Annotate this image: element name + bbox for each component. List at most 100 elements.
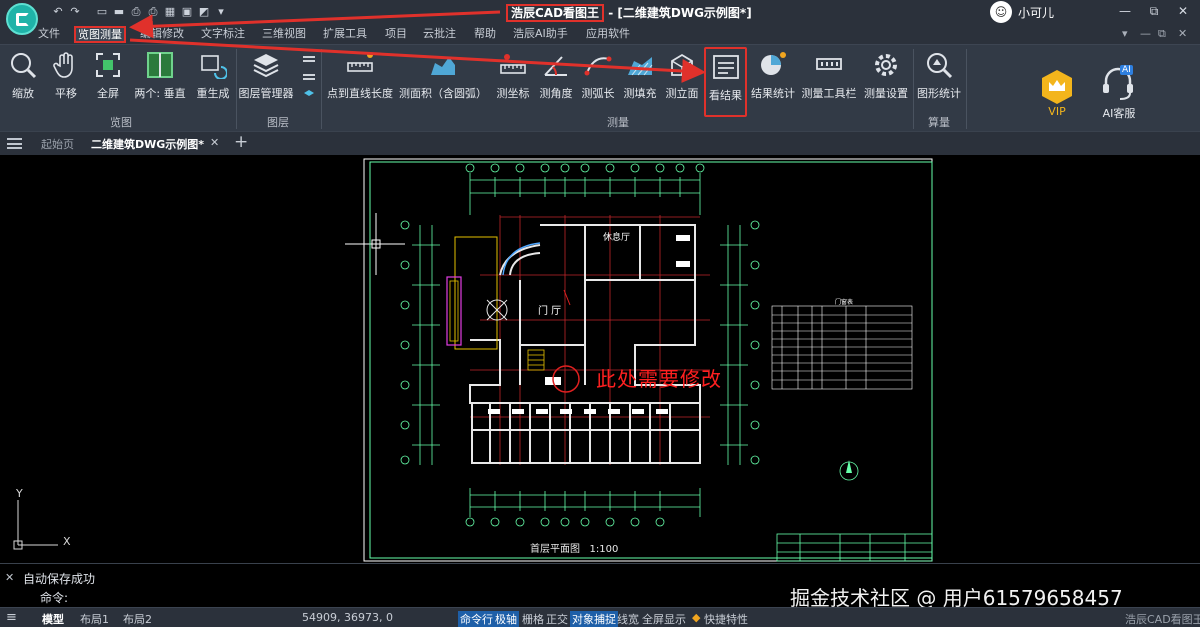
save-icon[interactable]: ⎙ [130,5,142,18]
view-result-button[interactable]: 看结果 [704,47,747,117]
layers-icon [253,54,279,78]
toggle-polar[interactable]: 极轴 [493,611,519,627]
pan-label: 平移 [55,87,77,100]
cloud-icon[interactable]: ◩ [198,5,210,18]
customize-dropdown-icon[interactable]: ▾ [215,5,227,18]
measure-elevation-button[interactable]: 测立面 [662,47,702,105]
menu-project[interactable]: 项目 [385,26,407,43]
print-icon[interactable]: ▦ [164,5,176,18]
menu-view-measure[interactable]: 览图测量 [74,26,126,43]
close-button[interactable]: ✕ [1175,3,1191,19]
tab-layout2[interactable]: 布局2 [123,611,152,627]
menu-cloud-annotation[interactable]: 云批注 [423,26,456,43]
magnifier-icon [11,53,37,79]
menu-bar: 文件 览图测量 编辑修改 文字标注 三维视图 扩展工具 项目 云批注 帮助 浩辰… [0,24,1200,44]
vip-crown-icon[interactable] [1040,69,1074,105]
ai-service-label[interactable]: AI客服 [1094,105,1144,121]
shape-stats-button[interactable]: 图形统计 [916,47,962,105]
area-icon [431,57,455,75]
quick-properties[interactable]: 快捷特性 [704,611,748,627]
ucs-y-label: Y [16,487,23,500]
layer-manager-button[interactable]: 图层管理器 [238,47,294,105]
measure-angle-button[interactable]: 测角度 [536,47,576,105]
vip-label[interactable]: VIP [1040,105,1074,118]
tab-close-icon[interactable]: ✕ [210,136,219,149]
avatar[interactable]: ☺ [990,1,1012,23]
save-as-icon[interactable]: ⎙ [147,5,159,18]
tab-active-drawing[interactable]: 二维建筑DWG示例图* [91,136,204,152]
measure-area-button[interactable]: 测面积（含圆弧） [399,47,487,105]
plan-scale: 1:100 [589,544,619,555]
ribbon: 缩放 平移 全屏 两个: 垂直 重生成 览图 图层管理器 图层 点到直线长度 测… [0,44,1200,131]
menu-help[interactable]: 帮助 [474,26,496,43]
pan-button[interactable]: 平移 [48,47,84,105]
measure-coordinate-button[interactable]: 测坐标 [492,47,534,105]
tab-model[interactable]: 模型 [42,611,64,627]
undo-icon[interactable]: ↶ [52,5,64,18]
command-prompt[interactable]: 命令: [40,589,68,606]
measure-arc-label: 测弧长 [581,87,615,100]
regenerate-icon [201,55,227,79]
tab-start-page[interactable]: 起始页 [41,136,74,152]
menu-extend-tools[interactable]: 扩展工具 [323,26,367,43]
result-stats-button[interactable]: 结果统计 [750,47,796,105]
sheet-inner-frame [369,161,933,559]
menu-3d-view[interactable]: 三维视图 [262,26,306,43]
toggle-ortho[interactable]: 正交 [546,611,568,627]
regen-button[interactable]: 重生成 [194,47,232,105]
toggle-grid[interactable]: 栅格 [522,611,544,627]
brand-label: 浩辰CAD看图王 [1125,613,1200,626]
drawing-canvas[interactable]: 休息厅 门 厅 Y X [0,155,1200,563]
doc-close-button[interactable]: ✕ [1178,27,1187,40]
measure-area-label: 测面积（含圆弧） [399,87,487,100]
toggle-command-line[interactable]: 命令行 [458,611,495,627]
measure-fill-button[interactable]: 测填充 [620,47,660,105]
coordinate-icon [500,54,526,74]
add-tab-icon[interactable]: + [234,132,248,152]
close-cmd-icon[interactable]: ✕ [5,571,14,584]
menu-ai-assistant[interactable]: 浩辰AI助手 [513,26,568,43]
export-icon[interactable]: ▣ [181,5,193,18]
toggle-lineweight[interactable]: 线宽 [617,611,639,627]
minimize-button[interactable]: — [1117,3,1133,19]
app-logo-icon[interactable] [6,3,38,35]
room-label-hall: 门 厅 [538,306,562,317]
ribbon-collapse-icon[interactable]: ▾ [1122,27,1128,40]
measure-toolbar-button[interactable]: 测量工具栏 [800,47,858,105]
measure-settings-button[interactable]: 测量设置 [862,47,910,105]
menu-icon[interactable]: ≡ [6,610,17,625]
open-file-icon[interactable]: ▬ [113,5,125,18]
toggle-osnap[interactable]: 对象捕捉 [570,611,618,627]
user-account[interactable]: ☺ 小可儿 [990,1,1054,23]
ribbon-divider [913,49,914,129]
measure-arc-button[interactable]: 测弧长 [578,47,618,105]
quick-properties-icon[interactable]: ◆ [692,611,700,624]
plan-title: 首层平面图 1:100 [530,540,618,555]
menu-file[interactable]: 文件 [38,26,60,43]
measure-fill-label: 测填充 [623,87,657,100]
tab-layout1[interactable]: 布局1 [80,611,109,627]
doc-restore-button[interactable]: ⧉ [1158,27,1166,41]
window-title: 浩辰CAD看图王 - [二维建筑DWG示例图*] [506,4,752,22]
regen-label: 重生成 [196,87,230,100]
building-walls [469,224,701,464]
toggle-fullscreen[interactable]: 全屏显示 [642,611,686,627]
redo-icon[interactable]: ↷ [69,5,81,18]
ai-service-button[interactable]: AI [1100,65,1136,103]
layer-mini-tools[interactable] [302,53,316,113]
ruler-icon [347,52,373,72]
ucs-icon [13,500,58,550]
fullscreen-button[interactable]: 全屏 [90,47,126,105]
point-to-line-button[interactable]: 点到直线长度 [326,47,394,105]
maximize-button[interactable]: ⧉ [1146,3,1162,19]
menu-icon[interactable] [7,138,22,149]
doc-minimize-button[interactable]: — [1140,27,1151,40]
zoom-button[interactable]: 缩放 [4,47,42,105]
sheet-outer-frame [363,158,933,562]
new-file-icon[interactable]: ▭ [96,5,108,18]
menu-apps[interactable]: 应用软件 [586,26,630,43]
menu-edit[interactable]: 编辑修改 [140,26,184,43]
split-vertical-button[interactable]: 两个: 垂直 [131,47,189,105]
cursor-coordinates: 54909, 36973, 0 [302,611,393,624]
menu-text-annotation[interactable]: 文字标注 [201,26,245,43]
